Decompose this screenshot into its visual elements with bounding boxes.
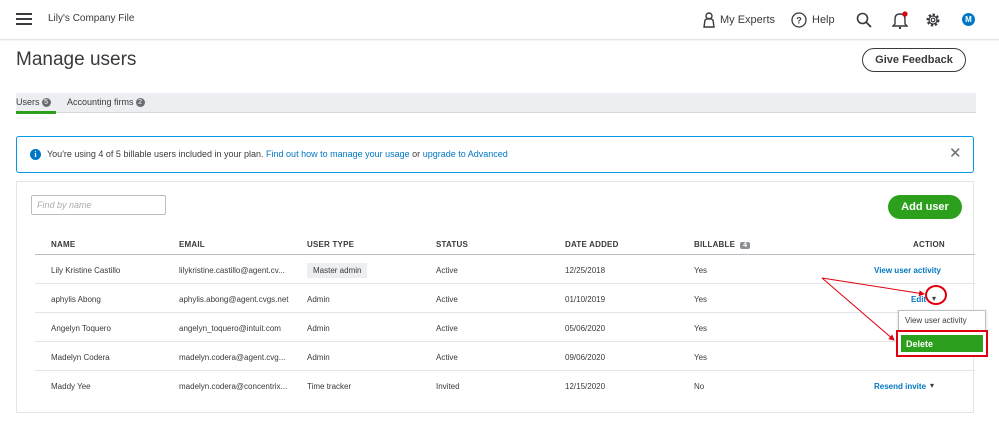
svg-text:?: ? [796,16,802,26]
page-title: Manage users [16,49,137,70]
row-3-billable: Yes [694,353,708,362]
col-header-billable: BILLABLE 4 [694,240,751,249]
row-3-status: Active [436,353,458,362]
menu-delete-button[interactable]: Delete [901,335,983,352]
search-button[interactable] [856,10,877,30]
give-feedback-button[interactable]: Give Feedback [862,48,966,72]
row-2-email: angelyn_toquero@intuit.com [179,324,281,333]
row-0-name: Lily Kristine Castillo [51,266,121,275]
col-header-date-added: DATE ADDED [565,240,619,249]
col-header-action: ACTION [913,240,945,249]
row-divider [35,370,975,371]
company-name: Lily's Company File [48,13,135,24]
help-icon: ? [791,12,807,28]
manage-usage-link[interactable]: Find out how to manage your usage [266,149,410,159]
row-divider [35,283,975,284]
row-0-view-activity-link[interactable]: View user activity [874,266,941,275]
notifications-button[interactable] [892,10,913,30]
tab-users-count: 5 [41,97,51,107]
help-label: Help [812,14,835,26]
tab-accounting-firms-count: 2 [135,97,145,107]
row-0-date: 12/25/2018 [565,266,606,275]
row-3-name: Madelyn Codera [51,353,110,362]
active-tab-indicator [16,111,56,114]
action-dropdown-menu: View user activity Delete [896,310,988,357]
row-0-billable: Yes [694,266,708,275]
billable-label: BILLABLE [694,240,736,249]
top-bar: Lily's Company File My Experts ? Help M [0,0,999,40]
my-experts-button[interactable]: My Experts [703,10,775,30]
row-4-resend-invite-link[interactable]: Resend invite [874,382,926,391]
row-divider [35,312,975,313]
settings-button[interactable] [925,10,946,30]
row-1-name: aphylis Abong [51,295,101,304]
tab-accounting-firms[interactable]: Accounting firms 2 [67,97,145,107]
row-4-date: 12/15/2020 [565,382,606,391]
row-4-billable: No [694,382,705,391]
row-4-user-type: Time tracker [307,382,352,391]
banner-text: You're using 4 of 5 billable users inclu… [47,149,264,159]
col-header-status: STATUS [436,240,469,249]
row-0-user-type-badge: Master admin [307,263,368,278]
row-3-email: madelyn.codera@agent.cvg... [179,353,286,362]
annotation-circle [925,285,947,305]
info-icon: i [30,149,41,160]
tab-users[interactable]: Users 5 [16,97,51,107]
billable-count-badge: 4 [740,242,751,249]
row-1-email: aphylis.abong@agent.cvgs.net [179,295,289,304]
add-user-button[interactable]: Add user [888,195,962,219]
row-1-date: 01/10/2019 [565,295,606,304]
usage-banner: i You're using 4 of 5 billable users inc… [16,136,974,173]
row-4-chevron-down-icon[interactable]: ▾ [930,381,934,390]
row-1-billable: Yes [694,295,708,304]
row-2-billable: Yes [694,324,708,333]
row-4-email: madelyn.codera@concentrix... [179,382,288,391]
menu-view-user-activity[interactable]: View user activity [905,316,967,325]
tab-bar: Users 5 Accounting firms 2 [16,93,976,114]
row-4-name: Maddy Yee [51,382,91,391]
main-content: Manage users Give Feedback Users 5 Accou… [0,41,999,433]
row-2-name: Angelyn Toquero [51,324,111,333]
close-icon[interactable]: ✕ [949,146,962,161]
row-2-date: 05/06/2020 [565,324,606,333]
row-0-status: Active [436,266,458,275]
row-2-status: Active [436,324,458,333]
annotation-delete-box: Delete [896,330,988,357]
my-experts-label: My Experts [720,14,776,26]
row-4-status: Invited [436,382,460,391]
row-3-date: 09/06/2020 [565,353,606,362]
banner-message: You're using 4 of 5 billable users inclu… [47,149,508,159]
row-1-edit-link[interactable]: Edit [911,295,926,304]
search-icon [856,12,872,28]
users-panel: Add user NAME EMAIL USER TYPE STATUS DAT… [16,181,975,413]
avatar[interactable]: M [962,13,975,26]
col-header-user-type: USER TYPE [307,240,355,249]
row-1-status: Active [436,295,458,304]
row-2-user-type: Admin [307,324,330,333]
help-button[interactable]: ? Help [791,10,835,30]
upgrade-advanced-link[interactable]: upgrade to Advanced [423,149,508,159]
gear-icon [926,13,940,27]
search-input[interactable] [31,195,166,215]
row-3-user-type: Admin [307,353,330,362]
banner-or: or [412,149,421,159]
row-1-user-type: Admin [307,295,330,304]
row-divider [35,341,975,342]
header-divider [35,254,975,255]
row-0-email: lilykristine.castillo@agent.cv... [179,266,285,275]
col-header-name: NAME [51,240,76,249]
bell-icon [892,11,908,29]
tab-users-label: Users [16,97,40,107]
person-icon [703,12,715,28]
tab-accounting-firms-label: Accounting firms [67,97,134,107]
hamburger-menu-icon[interactable] [16,13,32,25]
col-header-email: EMAIL [179,240,205,249]
